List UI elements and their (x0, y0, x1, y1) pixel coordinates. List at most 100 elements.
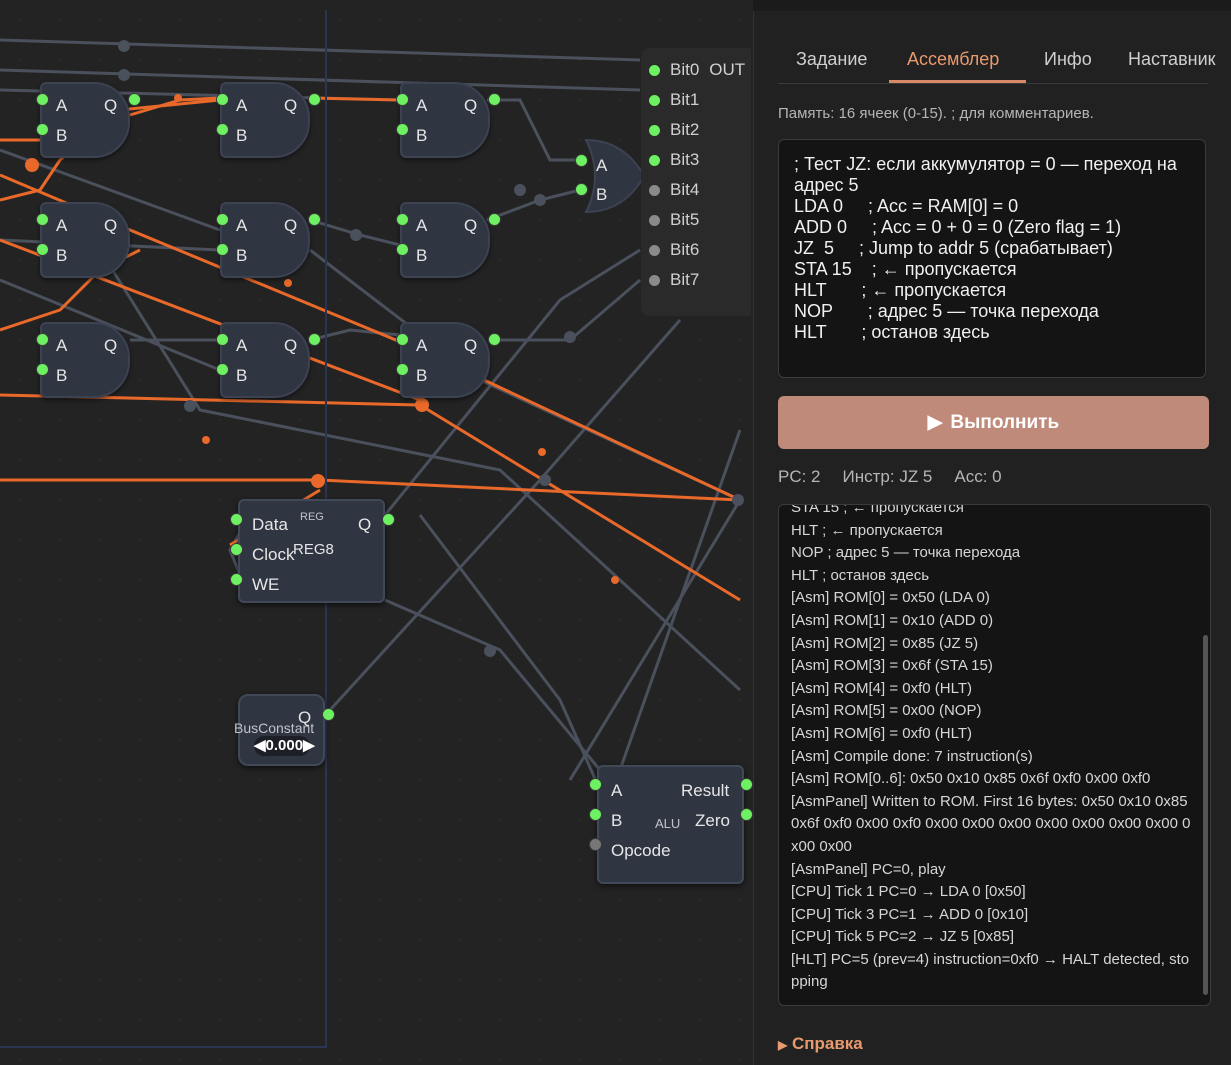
input-pin[interactable] (36, 213, 49, 226)
gate-input-a-label: A (56, 336, 68, 355)
cpu-status: PC: 2 Инстр: JZ 5 Acc: 0 (778, 467, 1002, 487)
input-pin[interactable] (36, 93, 49, 106)
output-pin[interactable] (740, 778, 753, 791)
gate-output-label: Q (464, 216, 478, 235)
gate-input-a-label: A (56, 96, 68, 115)
log-line: [Asm] ROM[3] = 0x6f (STA 15) (791, 657, 993, 675)
input-pin[interactable] (575, 154, 588, 167)
register-reg8[interactable]: Data REG Q Clock REG8 WE (238, 499, 385, 603)
bit-label: Bit7 (670, 270, 700, 289)
and-gate[interactable]: A B Q (400, 322, 490, 398)
input-pin[interactable] (396, 213, 409, 226)
output-pin[interactable] (382, 513, 395, 526)
input-pin[interactable] (36, 363, 49, 376)
run-button-label: Выполнить (950, 411, 1060, 433)
alu[interactable]: A Result B ALU Zero Opcode (597, 765, 744, 884)
bus-constant-value[interactable]: ◀0.000▶ (254, 736, 315, 756)
and-gate[interactable]: A B Q (40, 322, 130, 398)
input-pin[interactable] (36, 123, 49, 136)
output-pin[interactable] (488, 333, 501, 346)
input-pin[interactable] (575, 183, 588, 196)
input-pin[interactable] (589, 838, 602, 851)
input-pin[interactable] (589, 778, 602, 791)
log-scrollbar[interactable] (1203, 635, 1208, 995)
chevron-right-icon[interactable]: ▶ (303, 737, 315, 754)
input-pin[interactable] (589, 808, 602, 821)
input-pin[interactable] (36, 243, 49, 256)
input-pin[interactable] (396, 93, 409, 106)
tab-task[interactable]: Задание (796, 49, 867, 70)
and-gate[interactable]: A B Q (400, 82, 490, 158)
gate-input-a-label: A (416, 96, 428, 115)
output-pin[interactable] (740, 808, 753, 821)
input-pin[interactable] (36, 333, 49, 346)
run-button[interactable]: ▶ Выполнить (778, 396, 1209, 449)
or-gate[interactable] (584, 138, 646, 214)
out-label: OUT (709, 60, 746, 79)
tab-assembler[interactable]: Ассемблер (907, 49, 999, 70)
log-line: [Asm] ROM[4] = 0xf0 (HLT) (791, 679, 973, 697)
input-pin[interactable] (396, 123, 409, 136)
bit-label: Bit4 (670, 180, 700, 199)
or-gate-input-a-label: A (596, 156, 608, 175)
output-pin[interactable] (308, 93, 321, 106)
and-gate[interactable]: A B Q (220, 322, 310, 398)
reg-tag: REG (300, 511, 324, 523)
input-pin[interactable] (216, 363, 229, 376)
output-bits-panel[interactable]: Bit0 OUT Bit1 Bit2 Bit3 Bit4 Bit5 Bit6 Bi… (641, 48, 751, 316)
bit-label: Bit2 (670, 120, 700, 139)
gate-input-a-label: A (236, 96, 248, 115)
led-icon (649, 214, 660, 226)
input-pin[interactable] (216, 213, 229, 226)
log-line: [CPU] Tick 3 PC=1 → ADD 0 [0x10] (791, 905, 1029, 923)
input-pin[interactable] (216, 93, 229, 106)
log-output[interactable]: STA 15 ; ← пропускается HLT ; ← пропускае… (778, 504, 1211, 1006)
and-gate[interactable]: A B Q (220, 82, 310, 158)
log-line: NOP ; адрес 5 — точка перехода (791, 544, 1021, 562)
input-pin[interactable] (230, 513, 243, 526)
bit-label: Bit6 (670, 240, 700, 259)
log-line: [HLT] PC=5 (prev=4) instruction=0xf0 → H… (791, 950, 1190, 991)
output-pin[interactable] (308, 213, 321, 226)
gate-input-a-label: A (416, 336, 428, 355)
memory-note: Память: 16 ячеек (0-15). ; для комментар… (778, 105, 1094, 122)
input-pin[interactable] (216, 333, 229, 346)
gate-input-b-label: B (416, 366, 428, 385)
input-pin[interactable] (216, 243, 229, 256)
and-gate[interactable]: A B Q (400, 202, 490, 278)
gate-output-label: Q (104, 96, 118, 115)
led-icon (649, 184, 660, 196)
input-pin[interactable] (230, 543, 243, 556)
circuit-canvas[interactable]: A B Q A B Q A B Q A B Q A B Q A B Q A B … (0, 0, 753, 1065)
gate-output-label: Q (284, 216, 298, 235)
output-pin[interactable] (308, 333, 321, 346)
output-pin[interactable] (488, 93, 501, 106)
assembler-code-editor[interactable]: ; Тест JZ: если аккумулятор = 0 — перехо… (778, 139, 1206, 378)
led-icon (649, 64, 660, 76)
output-pin[interactable] (128, 93, 141, 106)
tab-info[interactable]: Инфо (1044, 49, 1092, 70)
help-toggle[interactable]: ▶ Справка (778, 1034, 863, 1054)
output-bit1: Bit1 (649, 90, 699, 110)
input-pin[interactable] (396, 243, 409, 256)
input-pin[interactable] (230, 573, 243, 586)
log-line: [Asm] ROM[2] = 0x85 (JZ 5) (791, 634, 979, 652)
reg-name: REG8 (293, 541, 334, 558)
bus-constant[interactable]: BusConstant Q ◀0.000▶ (234, 694, 325, 766)
input-pin[interactable] (396, 333, 409, 346)
bit-label: Bit5 (670, 210, 700, 229)
gate-output-label: Q (284, 336, 298, 355)
and-gate[interactable]: A B Q (40, 202, 130, 278)
tab-mentor[interactable]: Наставник (1128, 49, 1216, 70)
gate-input-b-label: B (56, 246, 68, 265)
output-pin[interactable] (488, 213, 501, 226)
gate-output-label: Q (284, 96, 298, 115)
output-pin[interactable] (322, 708, 335, 721)
led-icon (649, 274, 660, 286)
input-pin[interactable] (216, 123, 229, 136)
gate-input-b-label: B (56, 126, 68, 145)
and-gate[interactable]: A B Q (220, 202, 310, 278)
input-pin[interactable] (396, 363, 409, 376)
chevron-left-icon[interactable]: ◀ (254, 737, 266, 754)
and-gate[interactable]: A B Q (40, 82, 130, 158)
